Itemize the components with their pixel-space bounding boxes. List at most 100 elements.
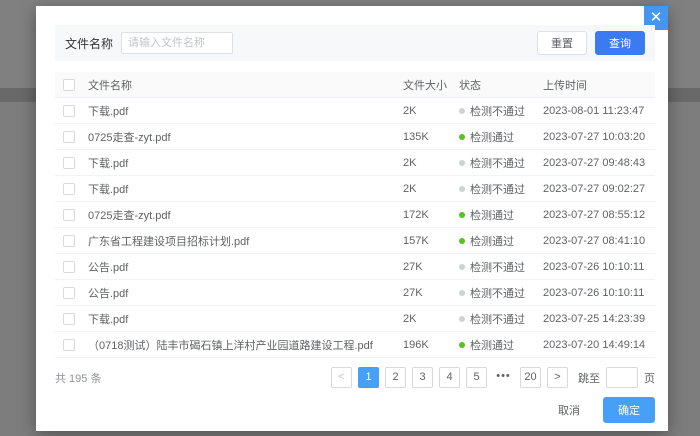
search-panel: 文件名称 重置 查询: [55, 25, 655, 61]
upload-time-cell: 2023-07-27 10:03:20: [543, 131, 655, 143]
page-button-2[interactable]: 2: [385, 367, 406, 388]
status-dot: [459, 160, 465, 166]
table-body: 下载.pdf 2K 检测不通过 2023-08-01 11:23:47 0725…: [55, 98, 655, 358]
table-row: 公告.pdf 27K 检测不通过 2023-07-26 10:10:11: [55, 280, 655, 306]
file-size-cell: 196K: [403, 339, 459, 351]
cancel-button[interactable]: 取消: [545, 398, 593, 422]
status-dot: [459, 134, 465, 140]
file-size-cell: 2K: [403, 105, 459, 117]
status-label: 检测通过: [470, 233, 514, 249]
file-name-input[interactable]: [121, 32, 233, 54]
upload-time-cell: 2023-07-27 09:48:43: [543, 157, 655, 169]
page-button-1[interactable]: 1: [358, 367, 379, 388]
row-checkbox[interactable]: [63, 131, 75, 143]
status-label: 检测不通过: [470, 259, 525, 275]
file-name-cell: 下载.pdf: [85, 311, 403, 327]
row-checkbox[interactable]: [63, 339, 75, 351]
status-cell: 检测通过: [459, 129, 543, 145]
table-row: 0725走查-zyt.pdf 135K 检测通过 2023-07-27 10:0…: [55, 124, 655, 150]
table-row: 广东省工程建设项目招标计划.pdf 157K 检测通过 2023-07-27 0…: [55, 228, 655, 254]
upload-time-cell: 2023-07-27 08:55:12: [543, 209, 655, 221]
status-dot: [459, 108, 465, 114]
header-checkbox-cell: [55, 79, 85, 91]
file-size-cell: 2K: [403, 183, 459, 195]
upload-time-cell: 2023-08-01 11:23:47: [543, 105, 655, 117]
status-label: 检测通过: [470, 207, 514, 223]
status-label: 检测不通过: [470, 155, 525, 171]
row-checkbox[interactable]: [63, 261, 75, 273]
file-name-cell: 公告.pdf: [85, 285, 403, 301]
select-all-checkbox[interactable]: [63, 79, 75, 91]
table-row: 公告.pdf 27K 检测不通过 2023-07-26 10:10:11: [55, 254, 655, 280]
file-size-cell: 172K: [403, 209, 459, 221]
file-name-cell: 下载.pdf: [85, 155, 403, 171]
query-button[interactable]: 查询: [595, 31, 645, 55]
file-name-cell: 广东省工程建设项目招标计划.pdf: [85, 233, 403, 249]
total-count-label: 共 195 条: [55, 370, 101, 386]
row-checkbox[interactable]: [63, 183, 75, 195]
jump-page-input[interactable]: [606, 367, 638, 388]
header-file-name: 文件名称: [85, 77, 403, 93]
row-checkbox[interactable]: [63, 235, 75, 247]
row-checkbox-cell: [55, 261, 85, 273]
page-button-5[interactable]: 5: [466, 367, 487, 388]
row-checkbox[interactable]: [63, 157, 75, 169]
file-name-cell: 公告.pdf: [85, 259, 403, 275]
row-checkbox[interactable]: [63, 209, 75, 221]
status-dot: [459, 290, 465, 296]
status-cell: 检测不通过: [459, 181, 543, 197]
row-checkbox[interactable]: [63, 287, 75, 299]
file-size-cell: 157K: [403, 235, 459, 247]
file-size-cell: 2K: [403, 157, 459, 169]
status-dot: [459, 342, 465, 348]
status-label: 检测不通过: [470, 311, 525, 327]
more-pages-ellipsis: •••: [493, 367, 514, 388]
status-cell: 检测不通过: [459, 103, 543, 119]
table-row: 下载.pdf 2K 检测不通过 2023-08-01 11:23:47: [55, 98, 655, 124]
dialog-body: 文件名称 重置 查询 文件名称 文件大小 状态 上传时间 下载.pdf 2K: [55, 25, 655, 388]
upload-time-cell: 2023-07-27 09:02:27: [543, 183, 655, 195]
status-label: 检测通过: [470, 337, 514, 353]
jump-page-suffix: 页: [644, 370, 655, 386]
upload-time-cell: 2023-07-20 14:49:14: [543, 339, 655, 351]
row-checkbox[interactable]: [63, 105, 75, 117]
row-checkbox-cell: [55, 287, 85, 299]
file-name-cell: （0718测试）陆丰市碣石镇上洋村产业园道路建设工程.pdf: [85, 337, 403, 353]
row-checkbox-cell: [55, 313, 85, 325]
row-checkbox[interactable]: [63, 313, 75, 325]
row-checkbox-cell: [55, 183, 85, 195]
jump-to-label: 跳至: [578, 370, 600, 386]
status-cell: 检测通过: [459, 337, 543, 353]
row-checkbox-cell: [55, 235, 85, 247]
next-page-button[interactable]: >: [547, 367, 568, 388]
page-button-3[interactable]: 3: [412, 367, 433, 388]
file-name-label: 文件名称: [65, 35, 113, 52]
header-upload-time: 上传时间: [543, 77, 655, 93]
status-cell: 检测不通过: [459, 311, 543, 327]
status-label: 检测不通过: [470, 285, 525, 301]
row-checkbox-cell: [55, 209, 85, 221]
status-dot: [459, 186, 465, 192]
status-label: 检测通过: [470, 129, 514, 145]
prev-page-button[interactable]: <: [331, 367, 352, 388]
file-name-cell: 0725走查-zyt.pdf: [85, 207, 403, 223]
upload-time-cell: 2023-07-25 14:23:39: [543, 313, 655, 325]
status-dot: [459, 238, 465, 244]
header-status: 状态: [459, 77, 543, 93]
status-dot: [459, 264, 465, 270]
status-cell: 检测不通过: [459, 155, 543, 171]
file-size-cell: 27K: [403, 261, 459, 273]
last-page-button[interactable]: 20: [520, 367, 541, 388]
status-cell: 检测不通过: [459, 285, 543, 301]
table-row: （0718测试）陆丰市碣石镇上洋村产业园道路建设工程.pdf 196K 检测通过…: [55, 332, 655, 358]
table-row: 下载.pdf 2K 检测不通过 2023-07-27 09:02:27: [55, 176, 655, 202]
status-dot: [459, 316, 465, 322]
page-button-4[interactable]: 4: [439, 367, 460, 388]
confirm-button[interactable]: 确定: [603, 397, 655, 423]
dialog-footer: 取消 确定: [545, 397, 655, 423]
row-checkbox-cell: [55, 105, 85, 117]
file-size-cell: 135K: [403, 131, 459, 143]
header-file-size: 文件大小: [403, 77, 459, 93]
pagination-bar: 共 195 条 < 12345 ••• 20 > 跳至 页: [55, 367, 655, 388]
reset-button[interactable]: 重置: [537, 31, 587, 55]
